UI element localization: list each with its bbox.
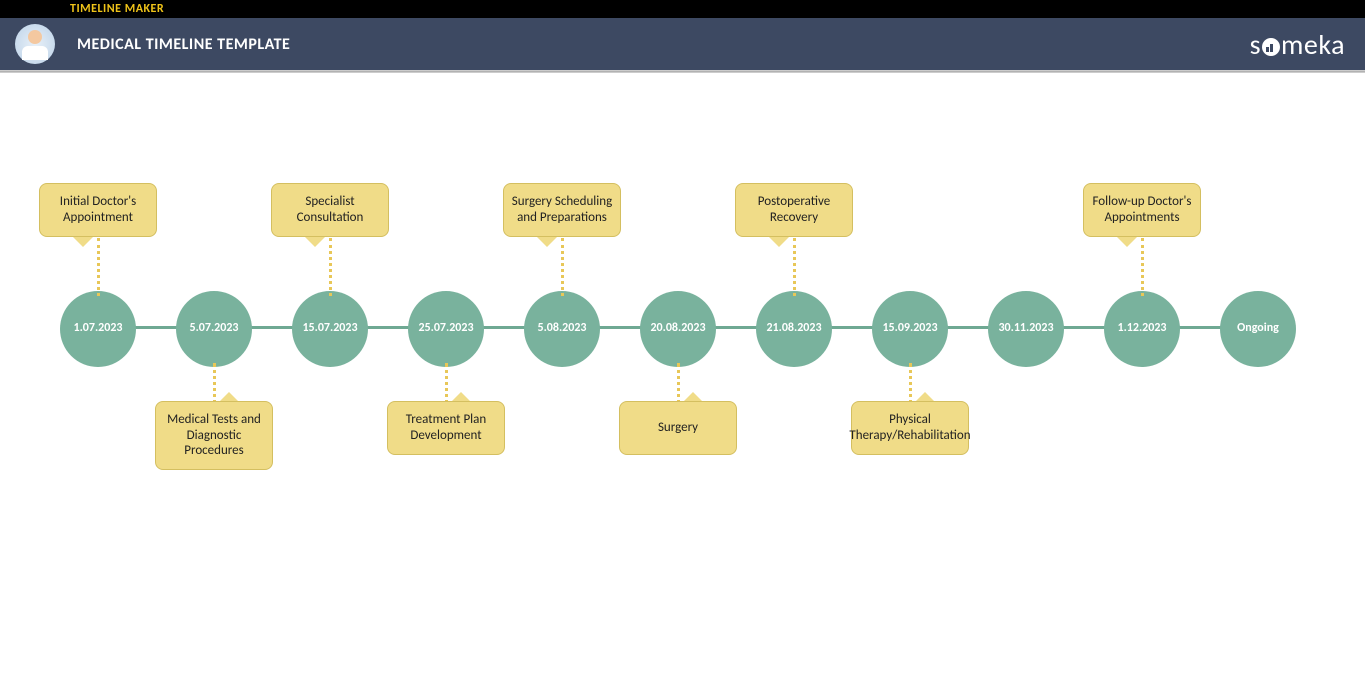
timeline-callout: Specialist Consultation	[271, 183, 389, 237]
topbar: TIMELINE MAKER	[0, 0, 1365, 18]
node-date: 15.07.2023	[302, 322, 357, 335]
brand-pre: s	[1250, 27, 1261, 62]
timeline-canvas: 1.07.2023 Initial Doctor's Appointment 5.0…	[0, 73, 1365, 643]
connector-line	[329, 238, 332, 296]
timeline-node: 5.07.2023	[176, 291, 252, 367]
callout-pointer-icon	[305, 237, 325, 247]
node-date: 1.12.2023	[1118, 322, 1167, 335]
timeline-callout: Surgery	[619, 401, 737, 455]
callout-label: Physical Therapy/Rehabilitation	[849, 412, 970, 443]
callout-label: Specialist Consultation	[278, 194, 382, 225]
callout-pointer-icon	[769, 237, 789, 247]
timeline-node: 30.11.2023	[988, 291, 1064, 367]
node-date: 1.07.2023	[74, 322, 123, 335]
callout-label: Follow-up Doctor's Appointments	[1090, 194, 1194, 225]
callout-pointer-icon	[73, 237, 93, 247]
timeline-callout: Follow-up Doctor's Appointments	[1083, 183, 1201, 237]
timeline-node: 1.07.2023	[60, 291, 136, 367]
node-date: 15.09.2023	[882, 322, 937, 335]
node-date: 30.11.2023	[998, 322, 1053, 335]
titlebar: MEDICAL TIMELINE TEMPLATE smeka	[0, 18, 1365, 70]
callout-label: Medical Tests and Diagnostic Procedures	[162, 412, 266, 459]
timeline-node: 20.08.2023	[640, 291, 716, 367]
brand-post: meka	[1281, 27, 1345, 62]
timeline-callout: Initial Doctor's Appointment	[39, 183, 157, 237]
callout-label: Surgery	[658, 420, 698, 436]
maker-label: TIMELINE MAKER	[70, 2, 164, 16]
callout-label: Treatment Plan Development	[394, 412, 498, 443]
title-left: MEDICAL TIMELINE TEMPLATE	[10, 24, 290, 64]
timeline-node: 25.07.2023	[408, 291, 484, 367]
timeline-callout: Surgery Scheduling and Preparations	[503, 183, 621, 237]
page-title: MEDICAL TIMELINE TEMPLATE	[77, 35, 290, 54]
node-date: 25.07.2023	[418, 322, 473, 335]
timeline-node: 15.09.2023	[872, 291, 948, 367]
timeline-node: 21.08.2023	[756, 291, 832, 367]
timeline-callout: Physical Therapy/Rehabilitation	[851, 401, 969, 455]
callout-label: Surgery Scheduling and Preparations	[510, 194, 614, 225]
timeline-callout: Postoperative Recovery	[735, 183, 853, 237]
timeline-node: 15.07.2023	[292, 291, 368, 367]
timeline-node: 1.12.2023	[1104, 291, 1180, 367]
callout-pointer-icon	[1117, 237, 1137, 247]
timeline-node: 5.08.2023	[524, 291, 600, 367]
connector-line	[97, 238, 100, 296]
callout-label: Initial Doctor's Appointment	[46, 194, 150, 225]
timeline-node: Ongoing	[1220, 291, 1296, 367]
node-date: 21.08.2023	[766, 322, 821, 335]
brand-dot-icon	[1262, 38, 1280, 56]
node-date: 5.07.2023	[190, 322, 239, 335]
callout-label: Postoperative Recovery	[742, 194, 846, 225]
node-date: 5.08.2023	[538, 322, 587, 335]
node-date: Ongoing	[1237, 322, 1279, 335]
timeline-callout: Medical Tests and Diagnostic Procedures	[155, 401, 273, 470]
connector-line	[793, 238, 796, 296]
connector-line	[561, 238, 564, 296]
doctor-icon	[15, 24, 55, 64]
connector-line	[1141, 238, 1144, 296]
timeline-callout: Treatment Plan Development	[387, 401, 505, 455]
node-date: 20.08.2023	[650, 322, 705, 335]
callout-pointer-icon	[537, 237, 557, 247]
brand-logo: smeka	[1250, 27, 1345, 62]
